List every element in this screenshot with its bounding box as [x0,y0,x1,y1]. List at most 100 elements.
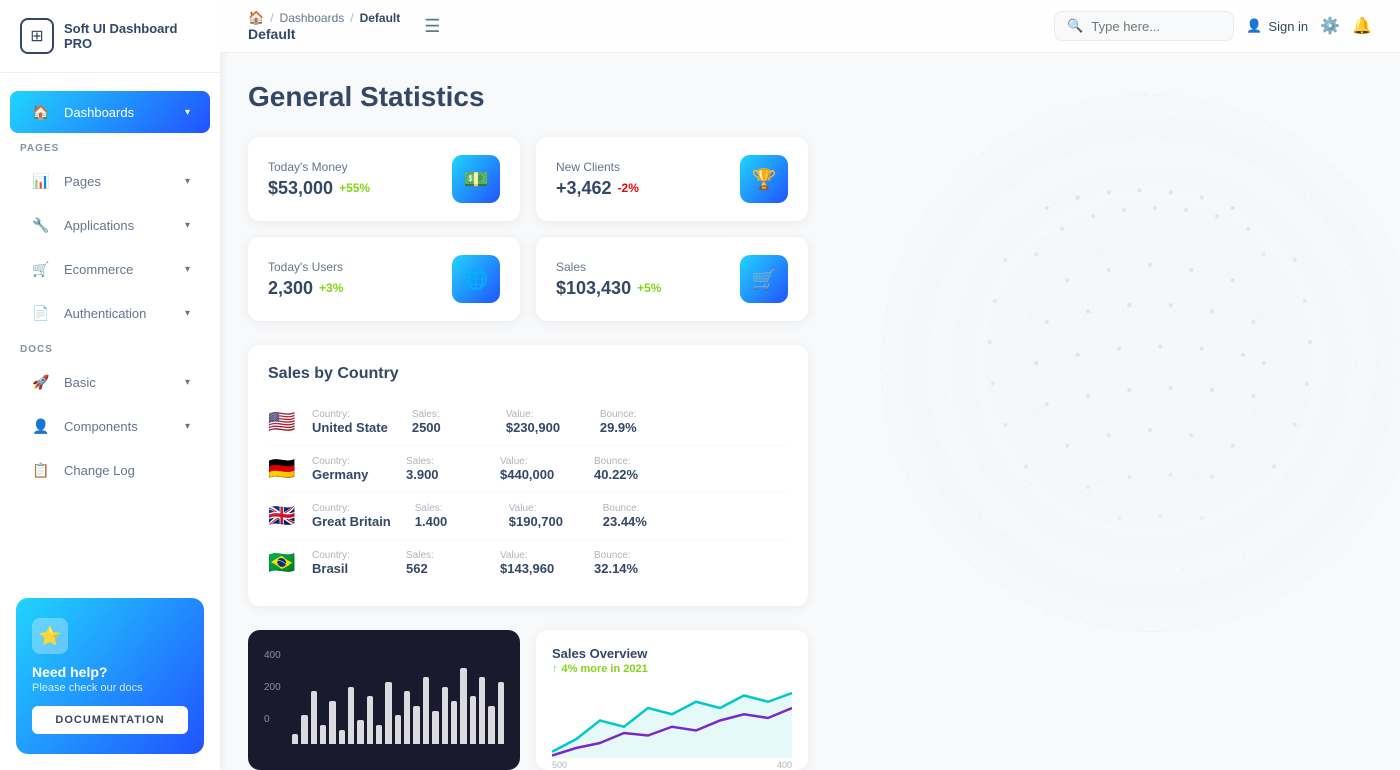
sidebar-item-applications[interactable]: 🔧 Applications ▾ [10,204,210,246]
country-col-sales: Sales: 3.900 [406,456,476,482]
sidebar-item-pages[interactable]: 📊 Pages ▾ [10,160,210,202]
settings-icon[interactable]: ⚙️ [1320,16,1340,36]
home-icon: 🏠 [248,10,264,26]
globe-background [840,53,1400,673]
sidebar-logo: ⊞ Soft UI Dashboard PRO [0,0,220,73]
bar-chart-bar [488,706,494,744]
hamburger-icon[interactable]: ☰ [424,16,440,37]
sidebar-item-dashboards[interactable]: 🏠 Dashboards ▾ [10,91,210,133]
country-row-br: 🇧🇷 Country: Brasil Sales: 562 Value: $14… [268,540,788,586]
bar-chart-bar [479,677,485,744]
chevron-down-icon: ▾ [185,176,190,187]
sidebar-help-card: ⭐ Need help? Please check our docs DOCUM… [16,598,204,754]
breadcrumb-separator2: / [350,11,353,25]
bar-chart-bar [292,734,298,744]
country-row-us: 🇺🇸 Country: United State Sales: 2500 Val… [268,399,788,446]
stat-icon-clients: 🏆 [740,155,788,203]
sidebar-item-label: Components [64,419,138,434]
help-title: Need help? [32,664,188,680]
sidebar-item-label: Basic [64,375,96,390]
country-col-name: Country: United State [312,409,388,435]
sidebar-item-ecommerce[interactable]: 🛒 Ecommerce ▾ [10,248,210,290]
stat-label: Sales [556,260,661,274]
chart-y-label-0: 0 [264,714,270,725]
sidebar-item-label: Applications [64,218,134,233]
stat-value: 2,300 +3% [268,278,343,299]
pages-icon: 📊 [30,170,52,192]
stat-icon-money: 💵 [452,155,500,203]
search-icon: 🔍 [1067,18,1083,34]
sidebar-item-changelog[interactable]: 📋 Change Log [10,449,210,491]
stat-card-clients: New Clients +3,462 -2% 🏆 [536,137,808,221]
country-col-sales: Sales: 562 [406,550,476,576]
flag-de: 🇩🇪 [268,456,296,482]
country-data: Country: Brasil Sales: 562 Value: $143,9… [312,550,664,576]
stat-value: $103,430 +5% [556,278,661,299]
sidebar: ⊞ Soft UI Dashboard PRO 🏠 Dashboards ▾ P… [0,0,220,770]
dashboard-icon: 🏠 [30,101,52,123]
stat-value: $53,000 +55% [268,178,370,199]
sidebar-item-label: Authentication [64,306,146,321]
chart-y-label-200: 200 [264,682,281,693]
bar-chart-bar [376,725,382,744]
stat-info: Sales $103,430 +5% [556,260,661,299]
country-data: Country: Great Britain Sales: 1.400 Valu… [312,503,673,529]
country-row-de: 🇩🇪 Country: Germany Sales: 3.900 Value: … [268,446,788,493]
chevron-down-icon: ▾ [185,220,190,231]
notifications-icon[interactable]: 🔔 [1352,16,1372,36]
sidebar-item-basic[interactable]: 🚀 Basic ▾ [10,361,210,403]
search-box[interactable]: 🔍 [1054,11,1234,41]
applications-icon: 🔧 [30,214,52,236]
help-subtitle: Please check our docs [32,682,188,694]
bar-chart-bar [367,696,373,744]
country-col-value: Value: $440,000 [500,456,570,482]
flag-us: 🇺🇸 [268,409,296,435]
sidebar-nav: 🏠 Dashboards ▾ PAGES 📊 Pages ▾ 🔧 Applica… [0,73,220,582]
chevron-down-icon: ▾ [185,377,190,388]
stat-label: Today's Money [268,160,370,174]
country-col-bounce: Bounce: 40.22% [594,456,664,482]
bar-chart [292,654,504,744]
stats-grid: Today's Money $53,000 +55% 💵 New Clients… [248,137,808,321]
main-content: 🏠 / Dashboards / Default Default ☰ 🔍 👤 S… [220,0,1400,770]
header: 🏠 / Dashboards / Default Default ☰ 🔍 👤 S… [220,0,1400,53]
flag-gb: 🇬🇧 [268,503,296,529]
page-title: General Statistics [248,81,1372,113]
bar-chart-bar [311,691,317,744]
breadcrumb-dashboards[interactable]: Dashboards [280,11,345,25]
basic-icon: 🚀 [30,371,52,393]
country-col-value: Value: $143,960 [500,550,570,576]
chevron-down-icon: ▾ [185,421,190,432]
stat-label: New Clients [556,160,639,174]
search-input[interactable] [1091,19,1221,34]
bar-chart-bar [339,730,345,744]
stat-info: Today's Users 2,300 +3% [268,260,343,299]
country-col-name: Country: Great Britain [312,503,391,529]
bar-chart-bar [413,706,419,744]
bar-chart-card: 400 200 0 [248,630,520,770]
stat-icon-sales: 🛒 [740,255,788,303]
documentation-button[interactable]: DOCUMENTATION [32,706,188,734]
chevron-down-icon: ▾ [185,107,190,118]
breadcrumb-current: Default [360,11,401,25]
logo-text: Soft UI Dashboard PRO [64,21,200,51]
ecommerce-icon: 🛒 [30,258,52,280]
sidebar-item-label: Ecommerce [64,262,133,277]
sidebar-item-label: Pages [64,174,101,189]
bar-chart-bar [432,711,438,744]
breadcrumb: 🏠 / Dashboards / Default Default [248,10,400,42]
sidebar-item-authentication[interactable]: 📄 Authentication ▾ [10,292,210,334]
stat-icon-users: 🌐 [452,255,500,303]
country-col-bounce: Bounce: 29.9% [600,409,670,435]
sidebar-item-components[interactable]: 👤 Components ▾ [10,405,210,447]
sign-in-button[interactable]: 👤 Sign in [1246,18,1308,34]
stat-change: +5% [637,281,661,295]
auth-icon: 📄 [30,302,52,324]
bar-chart-bar [385,682,391,744]
stat-label: Today's Users [268,260,343,274]
country-col-bounce: Bounce: 23.44% [603,503,673,529]
breadcrumb-separator: / [270,11,273,25]
bar-chart-bar [329,701,335,744]
stat-change: +3% [319,281,343,295]
components-icon: 👤 [30,415,52,437]
